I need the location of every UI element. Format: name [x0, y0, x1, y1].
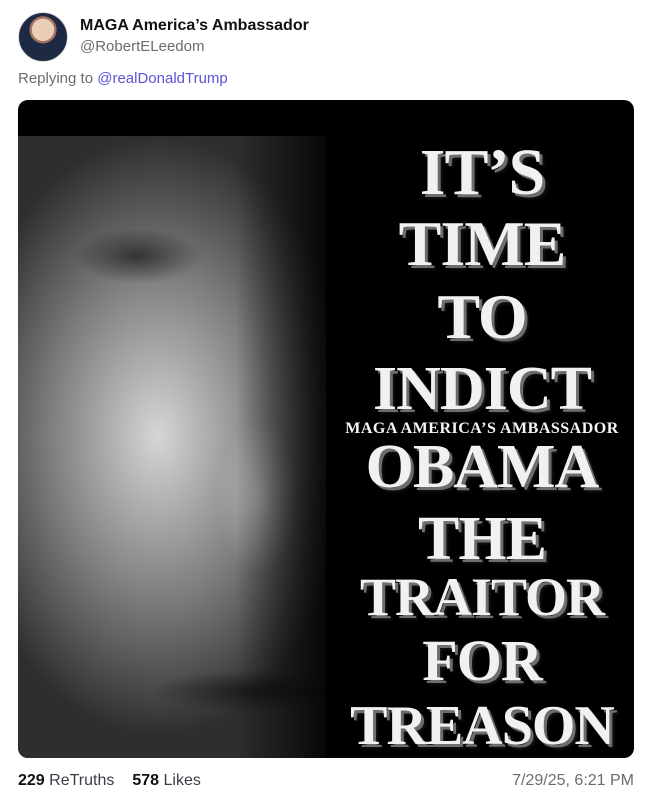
- image-headline: IT’S TIME TO INDICT MAGA AMERICA’S AMBAS…: [330, 100, 634, 758]
- portrait-photo: [18, 136, 326, 758]
- headline-line-2: TIME: [398, 208, 567, 279]
- headline-line-1: IT’S: [419, 136, 545, 209]
- headline-line-5: OBAMA: [365, 433, 600, 501]
- reply-prefix: Replying to: [18, 70, 94, 87]
- avatar[interactable]: [18, 12, 68, 62]
- photo-shade: [236, 136, 326, 758]
- likes-label: Likes: [163, 772, 201, 789]
- post-footer: 229 ReTruths 578 Likes 7/29/25, 6:21 PM: [18, 771, 634, 791]
- retruths-stat[interactable]: 229 ReTruths: [18, 771, 114, 791]
- author-display-name[interactable]: MAGA America’s Ambassador: [80, 16, 309, 36]
- post-image[interactable]: IT’S TIME TO INDICT MAGA AMERICA’S AMBAS…: [18, 100, 634, 758]
- author-handle[interactable]: @RobertELeedom: [80, 36, 309, 58]
- reply-context: Replying to @realDonaldTrump: [18, 69, 228, 89]
- post-stats: 229 ReTruths 578 Likes: [18, 771, 201, 791]
- author-names: MAGA America’s Ambassador @RobertELeedom: [80, 16, 309, 58]
- headline-line-7: TRAITOR: [359, 567, 605, 627]
- post-timestamp[interactable]: 7/29/25, 6:21 PM: [512, 771, 634, 791]
- retruths-count: 229: [18, 772, 45, 789]
- headline-line-8: FOR: [422, 628, 542, 693]
- retruths-label: ReTruths: [49, 772, 115, 789]
- reply-mention-link[interactable]: @realDonaldTrump: [97, 70, 228, 87]
- likes-count: 578: [132, 772, 160, 789]
- headline-line-9: TREASON: [350, 695, 615, 757]
- headline-line-3: TO: [437, 281, 527, 352]
- post-header: MAGA America’s Ambassador @RobertELeedom: [18, 12, 309, 62]
- headline-line-4: INDICT: [373, 355, 592, 423]
- headline-line-6: THE: [418, 505, 547, 573]
- likes-stat[interactable]: 578 Likes: [132, 771, 201, 791]
